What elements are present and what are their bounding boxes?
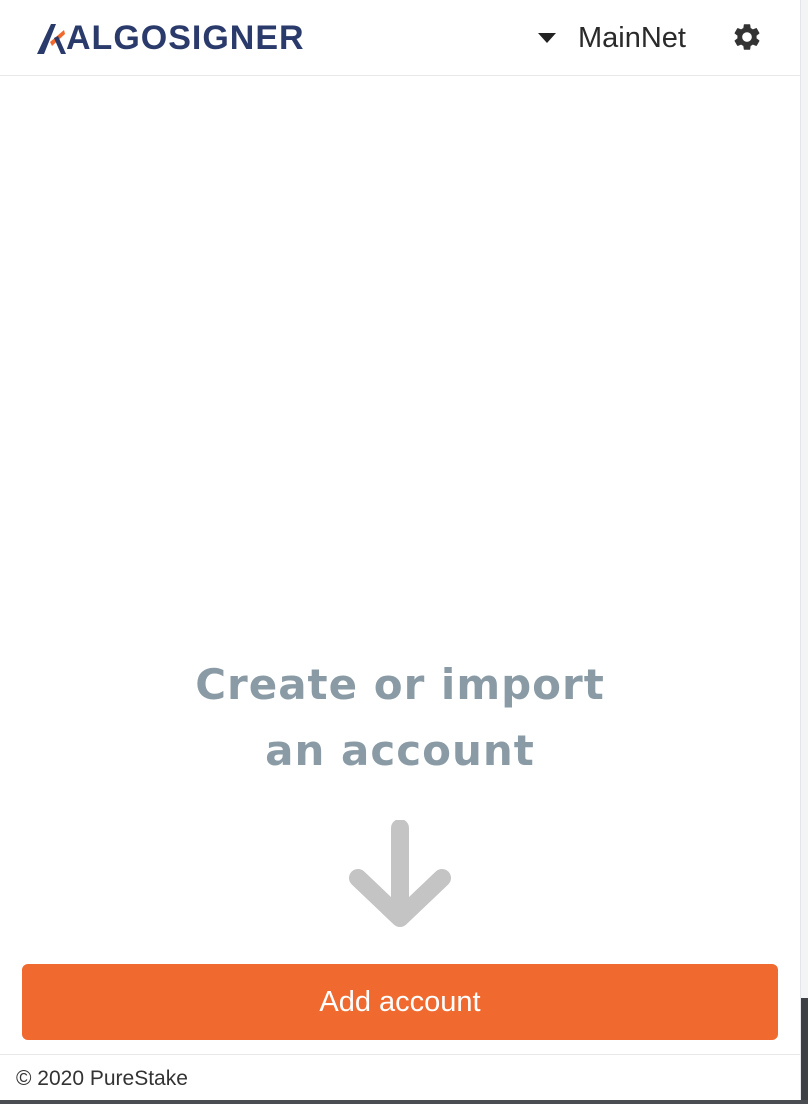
gear-icon[interactable] bbox=[731, 21, 763, 53]
empty-state-line-1: Create or import bbox=[195, 660, 605, 709]
footer: © 2020 PureStake bbox=[0, 1054, 800, 1100]
extension-window: ALGOSIGNER MainNet Create or import an a… bbox=[0, 0, 808, 1104]
brand-name: ALGOSIGNER bbox=[66, 19, 305, 57]
algosigner-popup: ALGOSIGNER MainNet Create or import an a… bbox=[0, 0, 800, 1100]
brand-logo[interactable]: ALGOSIGNER bbox=[34, 20, 305, 56]
arrow-down-icon bbox=[349, 820, 451, 927]
logo-mark-icon bbox=[37, 24, 66, 54]
background-page-dark-area bbox=[801, 998, 808, 1104]
network-label: MainNet bbox=[578, 21, 686, 54]
caret-down-icon bbox=[538, 33, 556, 43]
header: ALGOSIGNER MainNet bbox=[0, 0, 800, 76]
empty-state-line-2: an account bbox=[265, 726, 535, 775]
copyright-text: © 2020 PureStake bbox=[16, 1067, 188, 1090]
network-selector[interactable]: MainNet bbox=[538, 18, 686, 58]
background-page-edge bbox=[800, 0, 808, 1104]
empty-state-message: Create or import an account bbox=[0, 652, 800, 784]
background-page-bottom-edge bbox=[0, 1100, 808, 1104]
add-account-button[interactable]: Add account bbox=[22, 964, 778, 1040]
